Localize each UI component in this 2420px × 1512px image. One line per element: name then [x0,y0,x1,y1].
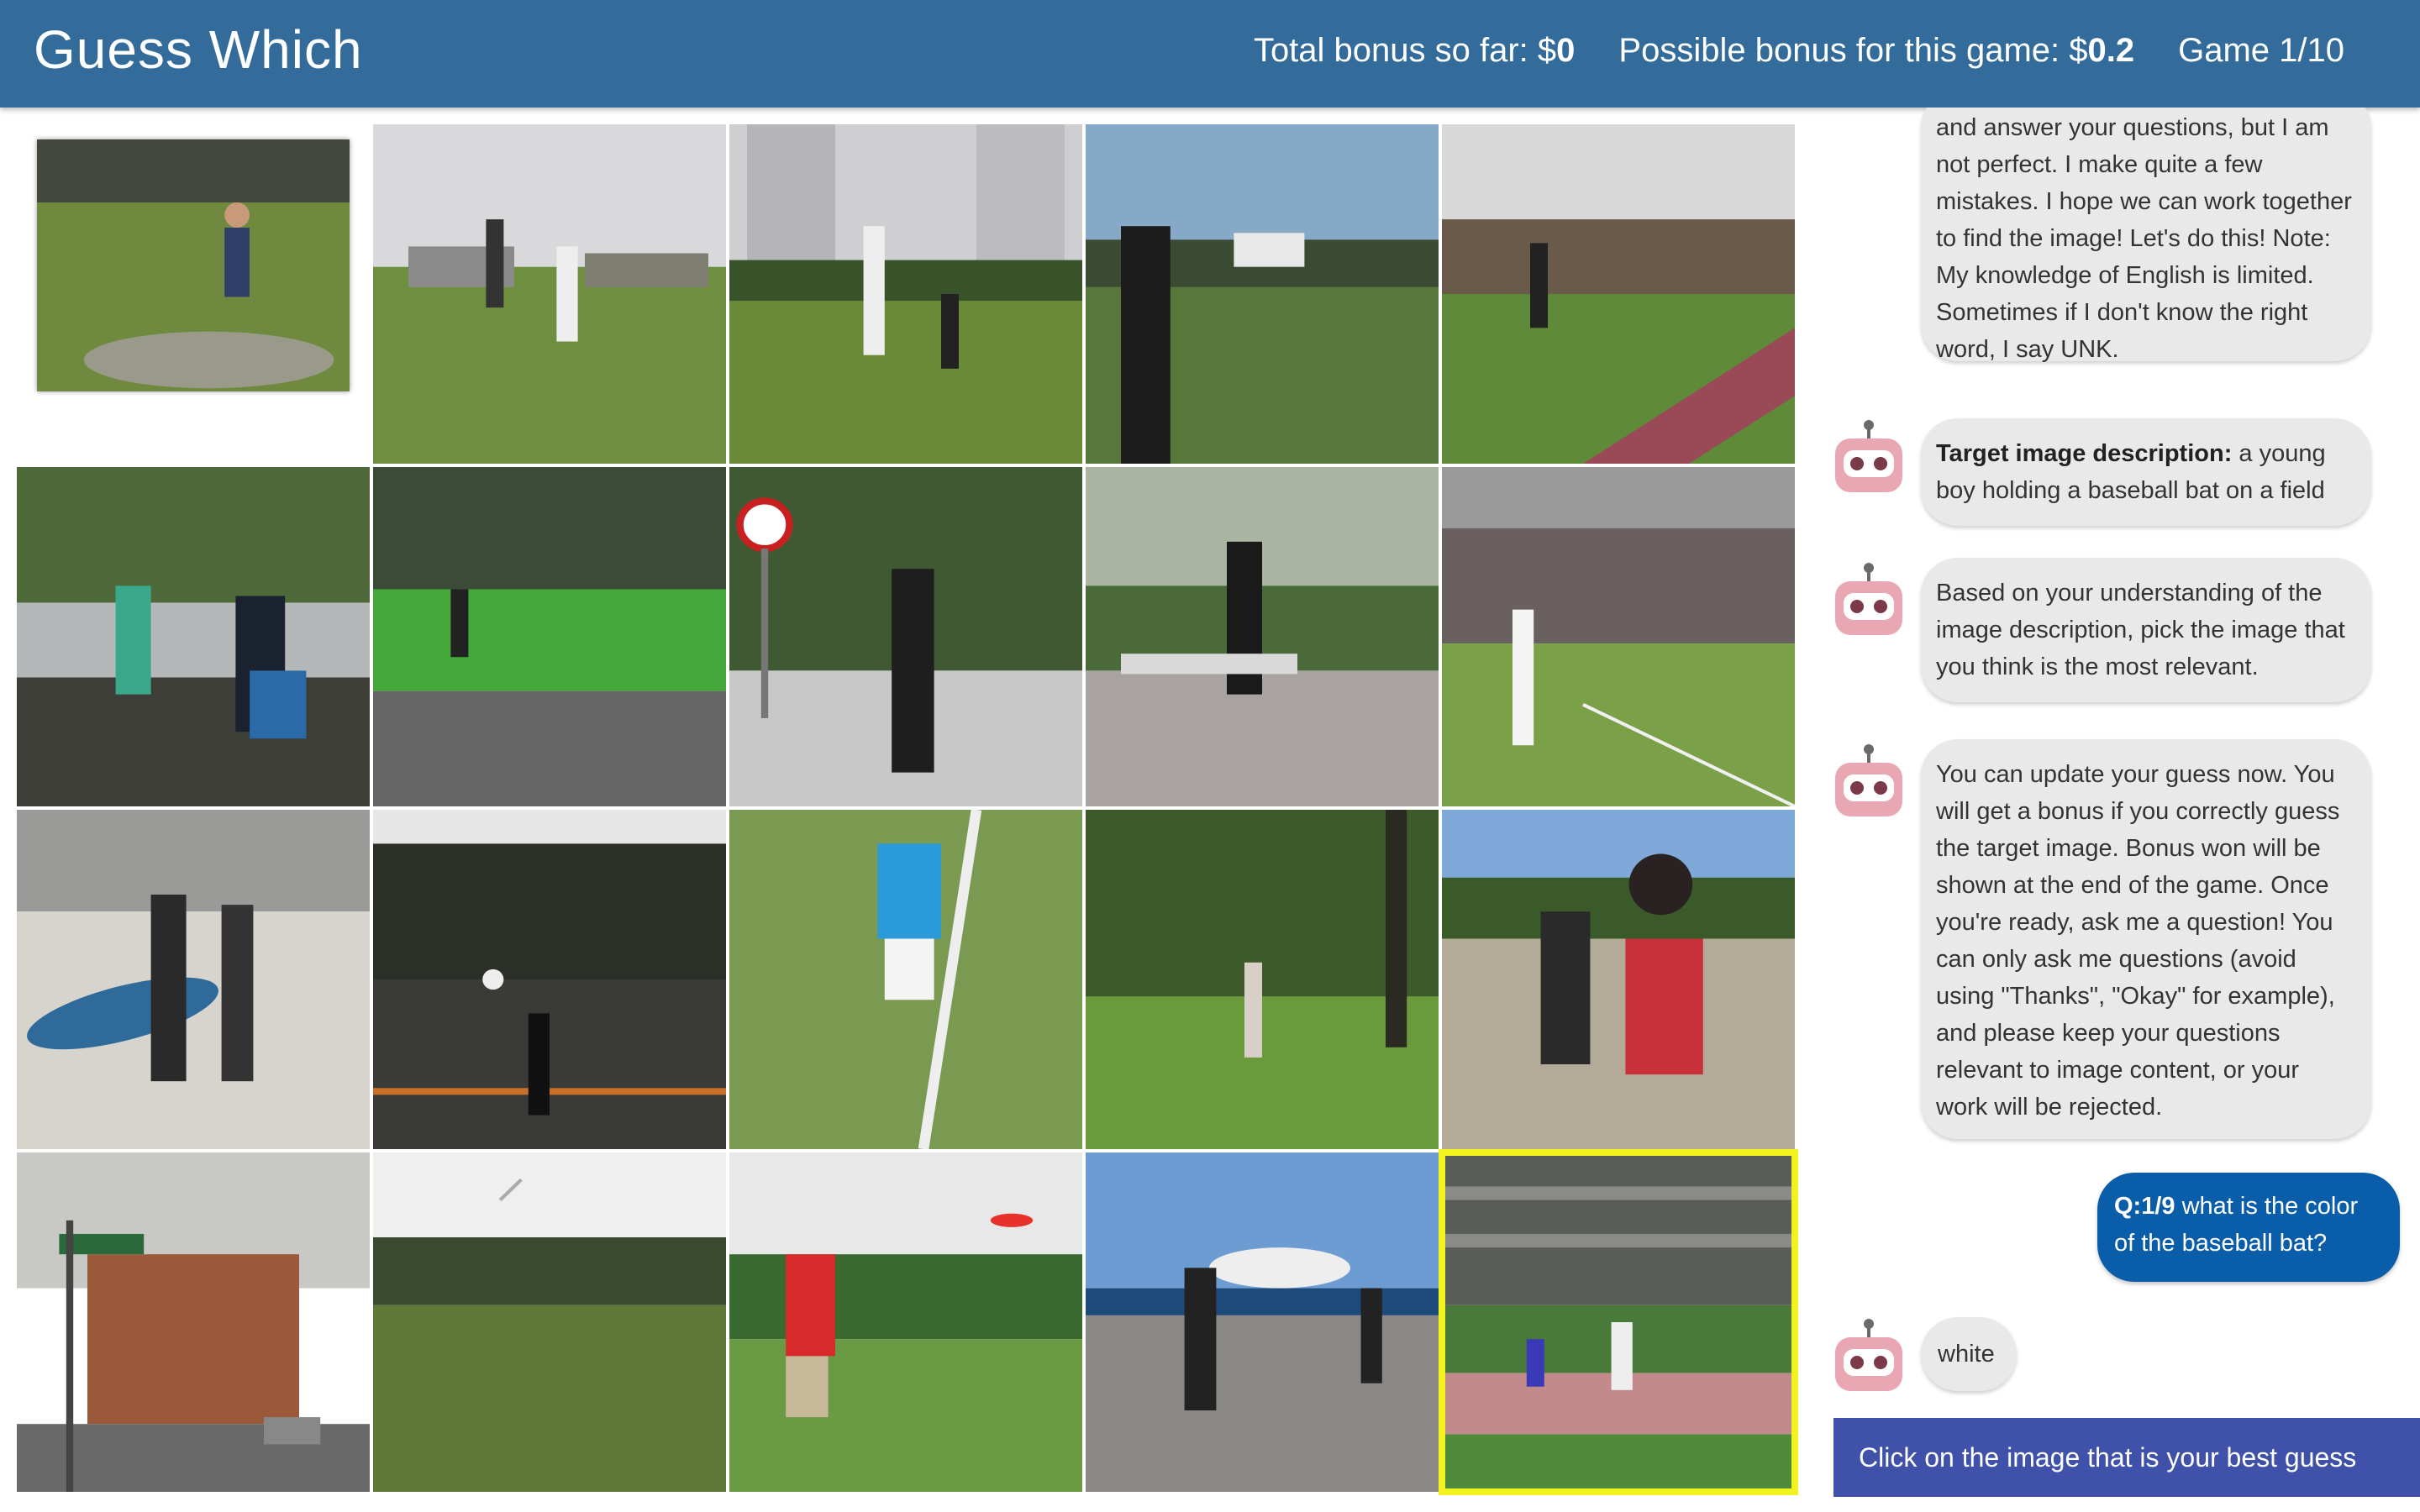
app-header: Guess Which Total bonus so far: $0 Possi… [0,0,2420,108]
instruction-bar: Click on the image that is your best gue… [1833,1418,2420,1497]
image-tile-11[interactable] [17,810,370,1149]
photo-tennis-crowd [1442,467,1795,806]
photo-green-field-trees [373,467,726,806]
image-tile-1[interactable] [17,124,370,464]
image-tile-4[interactable] [1086,124,1439,464]
bot-message-pick: Based on your understanding of the image… [1921,558,2371,702]
image-tile-6[interactable] [17,467,370,806]
robot-icon [1835,1319,1902,1391]
chat-panel: and answer your questions, but I am not … [1815,108,2420,1512]
bot-message-intro: and answer your questions, but I am not … [1921,108,2371,363]
photo-girl-jumping-plaza [1086,467,1439,806]
photo-park-trees [1086,810,1439,1149]
photo-beach-kite [1086,1152,1439,1492]
photo-street-houses [17,1152,370,1492]
possible-bonus: Possible bonus for this game: $0.2 [1618,32,2135,69]
photo-frisbee-players [373,124,726,464]
game-stats: Total bonus so far: $0 Possible bonus fo… [1254,32,2344,70]
photo-surfers-beach [17,810,370,1149]
robot-icon [1835,563,1902,635]
image-tile-18[interactable] [729,1152,1082,1492]
image-tile-17[interactable] [373,1152,726,1492]
photo-man-with-sign [729,467,1082,806]
user-question-bubble: Q:1/9 what is the color of the baseball … [2097,1173,2400,1282]
photo-dark-forest-frisbee [373,810,726,1149]
image-tile-2[interactable] [373,124,726,464]
image-tile-8[interactable] [729,467,1082,806]
photo-kids-in-park [17,467,370,806]
photo-ultimate-match [729,124,1082,464]
photo-open-field-frisbee [373,1152,726,1492]
image-tile-9[interactable] [1086,467,1439,806]
image-grid [17,124,1798,1495]
image-tile-16[interactable] [17,1152,370,1492]
image-tile-10[interactable] [1442,467,1795,806]
photo-baseball-game [1442,1152,1795,1492]
robot-icon [1835,420,1902,492]
total-bonus: Total bonus so far: $0 [1253,32,1576,69]
image-tile-7[interactable] [373,467,726,806]
photo-soccer-kick [1442,124,1795,464]
app-title: Guess Which [34,19,363,80]
image-tile-19[interactable] [1086,1152,1439,1492]
image-tile-5[interactable] [1442,124,1795,464]
image-tile-15[interactable] [1442,810,1795,1149]
game-progress: Game 1/10 [2178,32,2344,69]
bot-answer-bubble: white [1921,1317,2017,1391]
image-tile-14[interactable] [1086,810,1439,1149]
photo-tennis-player-blue [729,810,1082,1149]
image-tile-13[interactable] [729,810,1082,1149]
bot-message-target: Target image description: a young boy ho… [1921,418,2371,526]
image-tile-12[interactable] [373,810,726,1149]
image-tile-20[interactable] [1439,1149,1798,1495]
photo-frisbee-catch-red [729,1152,1082,1492]
image-tile-3[interactable] [729,124,1082,464]
photo-pitcher-on-field [37,139,350,391]
bot-message-update: You can update your guess now. You will … [1921,739,2371,1139]
photo-boys-with-bat [1442,810,1795,1149]
robot-icon [1835,744,1902,816]
photo-person-at-memorial [1086,124,1439,464]
